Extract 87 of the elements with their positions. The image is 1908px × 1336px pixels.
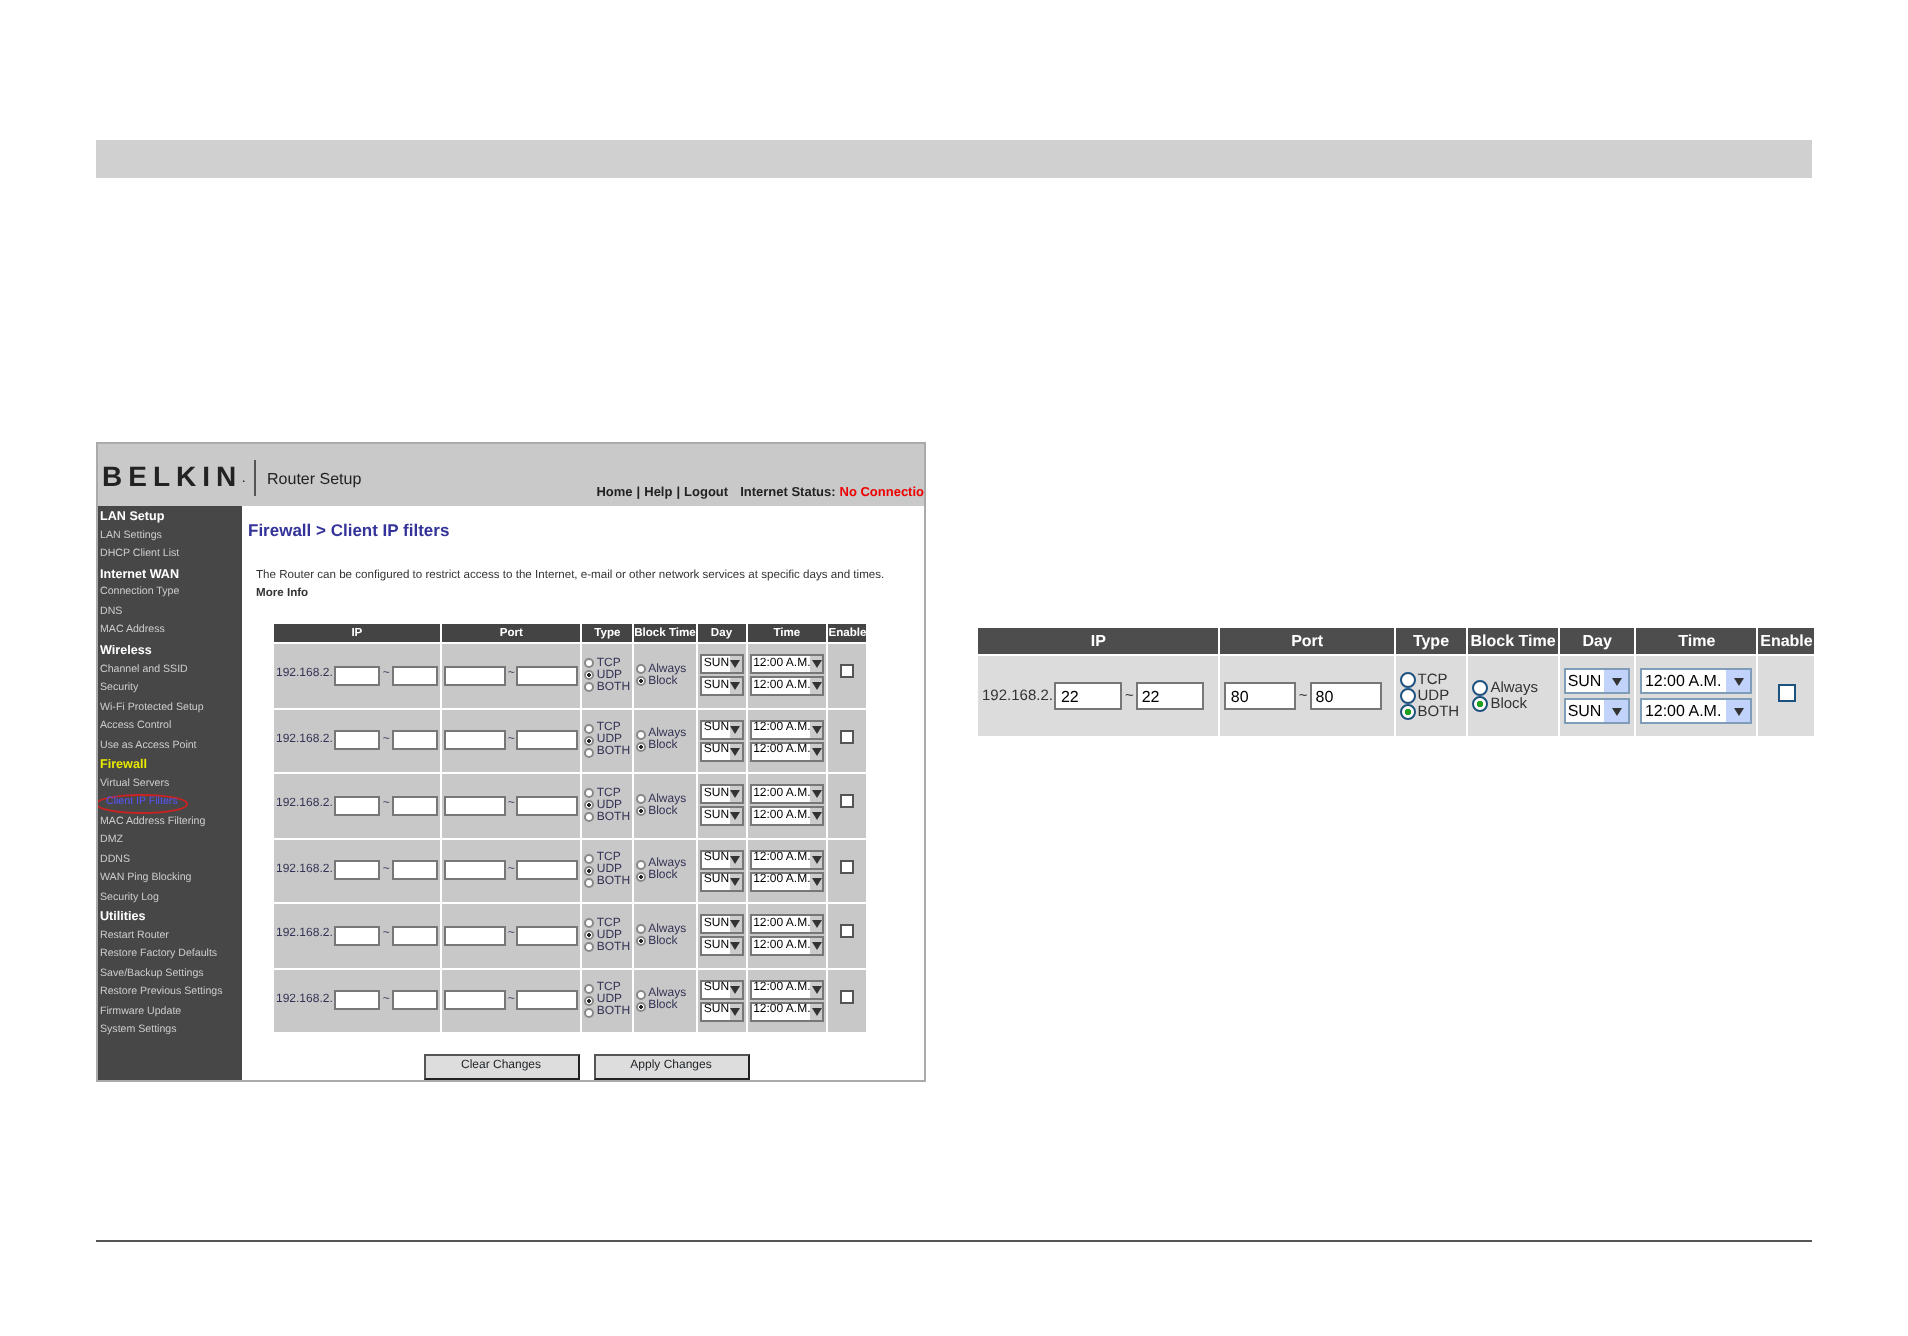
port-field[interactable]: [443, 665, 506, 686]
port-field[interactable]: [443, 730, 506, 751]
column-header: Time: [1636, 628, 1757, 654]
radio-button[interactable]: [584, 788, 595, 799]
port-field[interactable]: [516, 665, 579, 686]
radio-button[interactable]: [584, 942, 595, 953]
radio-button[interactable]: [636, 794, 647, 805]
column-header: Block Time: [1468, 628, 1558, 654]
port-field[interactable]: [443, 990, 506, 1011]
port-field[interactable]: [443, 860, 506, 881]
radio-button[interactable]: [636, 871, 647, 882]
radio-button[interactable]: [584, 682, 595, 693]
radio-button[interactable]: [584, 877, 595, 888]
time-dropdown[interactable]: 12:00 A.M.: [1640, 668, 1753, 694]
enable-checkbox[interactable]: [1777, 683, 1796, 702]
radio-button[interactable]: [636, 729, 647, 740]
page-heading: Firewall > Client IP filters: [248, 518, 452, 544]
radio-button[interactable]: [636, 924, 647, 935]
ip-field[interactable]: 22: [1135, 682, 1204, 710]
ip-field[interactable]: [334, 990, 381, 1011]
caret-icon: [1726, 700, 1751, 722]
radio-button[interactable]: [584, 800, 595, 811]
ip-field[interactable]: [334, 665, 381, 686]
radio-button[interactable]: [584, 747, 595, 758]
ip-field[interactable]: [334, 925, 381, 946]
ip-field[interactable]: [391, 990, 438, 1011]
radio-button[interactable]: [584, 735, 595, 746]
port-field[interactable]: [443, 795, 506, 816]
radio-button[interactable]: [584, 995, 595, 1006]
radio-button[interactable]: [584, 812, 595, 823]
column-header: IP: [978, 628, 1219, 654]
ip-field[interactable]: [391, 795, 438, 816]
port-field[interactable]: [516, 795, 579, 816]
port-field[interactable]: 80: [1224, 682, 1297, 710]
radio-button[interactable]: [636, 859, 647, 870]
caret-icon: [1604, 670, 1629, 692]
enable-checkbox[interactable]: [840, 859, 855, 874]
enable-checkbox[interactable]: [840, 794, 855, 809]
radio-button[interactable]: [1399, 688, 1416, 704]
enable-checkbox[interactable]: [840, 924, 855, 939]
radio-button[interactable]: [1399, 704, 1416, 720]
ip-field[interactable]: [334, 795, 381, 816]
column-header: Enable: [1758, 628, 1814, 654]
ip-field[interactable]: 22: [1054, 682, 1123, 710]
ip-field[interactable]: [334, 860, 381, 881]
radio-button[interactable]: [636, 936, 647, 947]
radio-button[interactable]: [584, 670, 595, 681]
port-field[interactable]: [516, 990, 579, 1011]
port-field[interactable]: [516, 730, 579, 751]
radio-button[interactable]: [636, 1001, 647, 1012]
radio-button[interactable]: [584, 865, 595, 876]
day-dropdown[interactable]: SUN: [1563, 668, 1631, 694]
port-field[interactable]: [443, 925, 506, 946]
ip-field[interactable]: [391, 730, 438, 751]
enable-checkbox[interactable]: [840, 664, 855, 679]
enable-checkbox[interactable]: [840, 729, 855, 744]
column-header: Type: [1395, 628, 1467, 654]
day-dropdown[interactable]: SUN: [1563, 698, 1631, 724]
port-field[interactable]: 80: [1309, 682, 1382, 710]
radio-button[interactable]: [584, 918, 595, 929]
time-dropdown[interactable]: 12:00 A.M.: [1640, 698, 1753, 724]
caret-icon: [1604, 700, 1629, 722]
radio-button[interactable]: [636, 741, 647, 752]
column-header: Port: [1220, 628, 1394, 654]
radio-button[interactable]: [636, 676, 647, 687]
radio-button[interactable]: [584, 853, 595, 864]
ip-field[interactable]: [391, 925, 438, 946]
radio-button[interactable]: [636, 664, 647, 675]
radio-button[interactable]: [584, 723, 595, 734]
radio-button[interactable]: [1399, 672, 1416, 688]
port-field[interactable]: [516, 925, 579, 946]
radio-button[interactable]: [636, 989, 647, 1000]
ip-field[interactable]: [391, 665, 438, 686]
radio-button[interactable]: [584, 658, 595, 669]
column-header: Day: [1559, 628, 1635, 654]
radio-button[interactable]: [1472, 696, 1489, 712]
radio-button[interactable]: [636, 806, 647, 817]
radio-button[interactable]: [1472, 680, 1489, 696]
caret-icon: [1726, 670, 1751, 692]
enable-checkbox[interactable]: [840, 989, 855, 1004]
radio-button[interactable]: [584, 930, 595, 941]
radio-button[interactable]: [584, 1007, 595, 1018]
app-title: Router Setup: [267, 468, 362, 492]
ip-field[interactable]: [334, 730, 381, 751]
radio-button[interactable]: [584, 983, 595, 994]
port-field[interactable]: [516, 860, 579, 881]
ip-field[interactable]: [391, 860, 438, 881]
